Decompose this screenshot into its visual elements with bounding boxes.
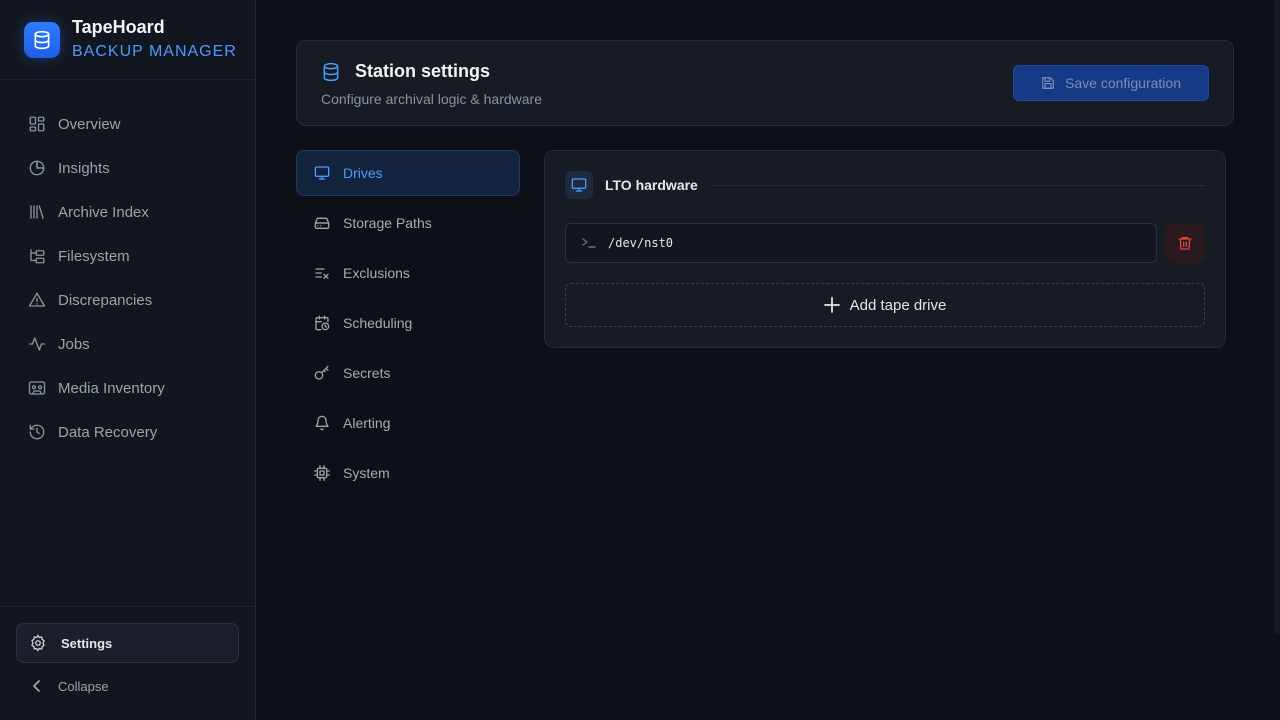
list-x-icon <box>313 265 331 281</box>
cpu-icon <box>313 465 331 481</box>
sidebar-item-discrepancies[interactable]: Discrepancies <box>16 278 239 322</box>
save-label: Save configuration <box>1065 75 1181 91</box>
sidebar-footer: Settings Collapse <box>0 606 255 720</box>
app-subtitle: BACKUP MANAGER <box>72 42 237 60</box>
sidebar-item-media-inventory[interactable]: Media Inventory <box>16 366 239 410</box>
collapse-label: Collapse <box>58 678 109 694</box>
sidebar-nav: Overview Insights Archive Index Filesyst… <box>16 102 239 454</box>
sidebar-item-filesystem[interactable]: Filesystem <box>16 234 239 278</box>
drive-path-field[interactable] <box>565 223 1157 263</box>
page-title: Station settings <box>355 61 491 81</box>
tab-exclusions[interactable]: Exclusions <box>296 250 520 296</box>
bell-icon <box>313 415 331 431</box>
tab-label: Alerting <box>343 415 391 431</box>
tab-label: Scheduling <box>343 315 413 331</box>
hard-drive-icon <box>313 215 331 231</box>
tab-secrets[interactable]: Secrets <box>296 350 520 396</box>
cassette-icon <box>28 379 46 397</box>
chevron-left-icon <box>32 679 42 693</box>
tab-storage-paths[interactable]: Storage Paths <box>296 200 520 246</box>
database-logo-icon <box>24 21 60 58</box>
settings-button[interactable]: Settings <box>16 623 239 663</box>
sidebar-item-label: Filesystem <box>58 247 130 265</box>
scrollbar-track[interactable] <box>1274 0 1280 634</box>
tab-label: Drives <box>343 165 383 181</box>
monitor-icon <box>313 165 331 181</box>
library-icon <box>28 203 46 221</box>
tab-label: Exclusions <box>343 265 410 281</box>
sidebar-item-jobs[interactable]: Jobs <box>16 322 239 366</box>
plus-icon <box>823 297 840 313</box>
history-icon <box>28 423 46 441</box>
grid-icon <box>28 115 46 133</box>
tab-drives[interactable]: Drives <box>296 150 520 196</box>
divider <box>709 184 1205 186</box>
lto-hardware-panel: LTO hardware Add tape drive <box>544 150 1226 348</box>
database-icon <box>321 62 341 82</box>
monitor-icon <box>565 171 593 199</box>
activity-icon <box>28 335 46 353</box>
tab-label: Secrets <box>343 365 391 381</box>
settings-label: Settings <box>61 635 113 651</box>
sidebar-item-archive-index[interactable]: Archive Index <box>16 190 239 234</box>
settings-tabs: Drives Storage Paths Exclusions Scheduli… <box>296 150 520 500</box>
sidebar-item-data-recovery[interactable]: Data Recovery <box>16 410 239 454</box>
terminal-icon <box>582 237 596 249</box>
sidebar-item-insights[interactable]: Insights <box>16 146 239 190</box>
save-icon <box>1041 76 1055 90</box>
tab-alerting[interactable]: Alerting <box>296 400 520 446</box>
pie-chart-icon <box>28 159 46 177</box>
drive-row <box>565 223 1205 263</box>
save-configuration-button[interactable]: Save configuration <box>1013 65 1209 101</box>
calendar-clock-icon <box>313 315 331 331</box>
sidebar: TapeHoard BACKUP MANAGER Overview Insigh… <box>0 0 256 720</box>
tab-label: Storage Paths <box>343 215 432 231</box>
sidebar-item-label: Overview <box>58 115 121 133</box>
sidebar-item-overview[interactable]: Overview <box>16 102 239 146</box>
key-icon <box>313 365 331 381</box>
sidebar-item-label: Data Recovery <box>58 423 158 441</box>
sidebar-item-label: Jobs <box>58 335 90 353</box>
panel-header: LTO hardware <box>565 171 1205 199</box>
tab-label: System <box>343 465 390 481</box>
page-description: Configure archival logic & hardware <box>321 91 542 107</box>
page-header: Station settings Configure archival logi… <box>296 40 1234 126</box>
gear-icon <box>29 634 47 652</box>
sidebar-item-label: Insights <box>58 159 110 177</box>
add-tape-drive-button[interactable]: Add tape drive <box>565 283 1205 327</box>
sidebar-item-label: Archive Index <box>58 203 149 221</box>
sidebar-item-label: Media Inventory <box>58 379 165 397</box>
brand: TapeHoard BACKUP MANAGER <box>0 0 255 80</box>
tab-scheduling[interactable]: Scheduling <box>296 300 520 346</box>
drive-path-input[interactable] <box>608 236 1128 250</box>
sidebar-item-label: Discrepancies <box>58 291 153 309</box>
tab-system[interactable]: System <box>296 450 520 496</box>
folder-tree-icon <box>28 247 46 265</box>
add-tape-drive-label: Add tape drive <box>849 296 947 314</box>
delete-drive-button[interactable] <box>1165 223 1205 263</box>
app-name: TapeHoard <box>72 16 165 37</box>
collapse-button[interactable]: Collapse <box>16 673 239 699</box>
warning-triangle-icon <box>28 291 46 309</box>
panel-title: LTO hardware <box>605 177 698 193</box>
trash-icon <box>1177 235 1193 251</box>
